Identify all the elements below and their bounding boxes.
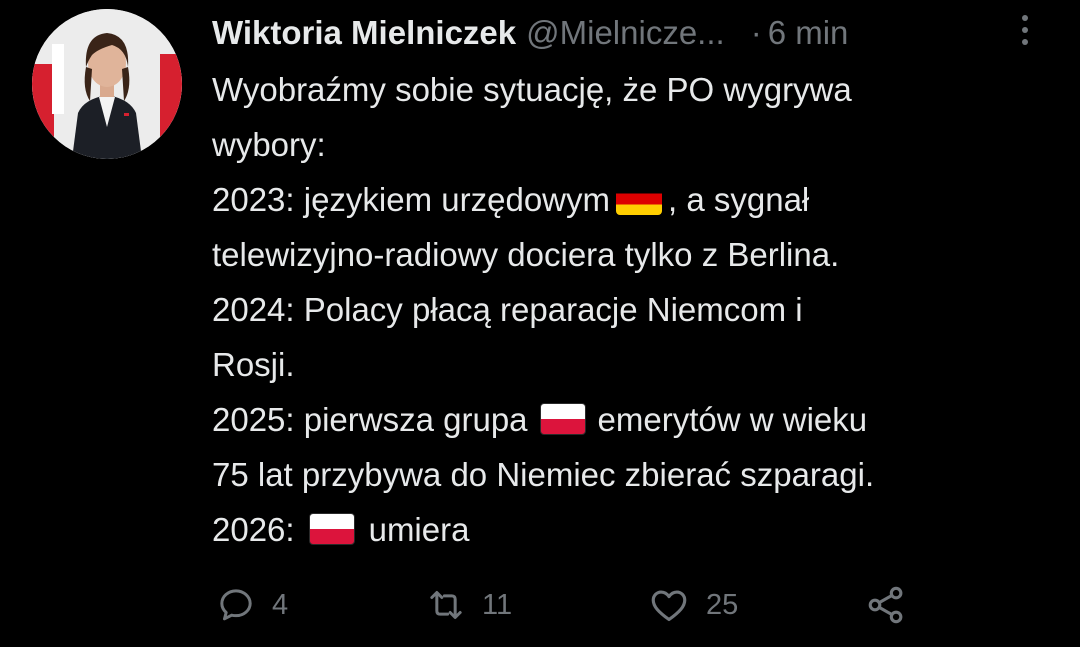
tweet-line-text: 2025: pierwsza grupa [212, 401, 528, 438]
tweet-actions: 4 11 25 [212, 580, 1012, 630]
author-handle[interactable]: @Mielnicze... [526, 14, 725, 52]
reply-count: 4 [272, 588, 289, 621]
timestamp[interactable]: 6 min [768, 14, 849, 52]
like-count: 25 [706, 588, 739, 621]
tweet-line-text: umiera [368, 511, 470, 548]
share-button[interactable] [864, 580, 908, 630]
tweet-line: wybory: [212, 126, 326, 163]
share-icon [868, 586, 903, 624]
tweet-line: 2023: językiem urzędowym , a sygnał [212, 172, 1052, 227]
avatar[interactable] [32, 9, 182, 159]
tweet-line: 2025: pierwsza grupa emerytów w wieku [212, 392, 1052, 447]
reply-icon [220, 589, 252, 621]
tweet-line-text: 2023: językiem urzędowym [212, 181, 610, 218]
tweet-header: Wiktoria Mielniczek @Mielnicze... · 6 mi… [212, 8, 1032, 58]
tweet-text: Wyobraźmy sobie sytuację, że PO wygrywa … [212, 62, 1052, 557]
more-options-icon[interactable] [1017, 12, 1033, 48]
author-name[interactable]: Wiktoria Mielniczek [212, 14, 516, 52]
tweet-line-text: , a sygnał [668, 181, 810, 218]
retweet-count: 11 [482, 588, 513, 621]
like-button[interactable]: 25 [648, 580, 738, 630]
tweet-line: Rosji. [212, 346, 295, 383]
tweet-line-text: emerytów w wieku [597, 401, 868, 438]
germany-flag-icon [616, 183, 662, 215]
retweet-icon [430, 591, 462, 619]
tweet-line: 75 lat przybywa do Niemiec zbierać szpar… [212, 456, 875, 493]
tweet-line: 2026: umiera [212, 502, 1052, 557]
poland-flag-icon [539, 403, 586, 435]
tweet-line: telewizyjno-radiowy dociera tylko z Berl… [212, 236, 840, 273]
reply-button[interactable]: 4 [216, 580, 288, 630]
tweet-line: Wyobraźmy sobie sytuację, że PO wygrywa [212, 71, 852, 108]
avatar-photo [32, 9, 182, 159]
separator-dot: · [750, 14, 762, 51]
heart-icon [651, 590, 687, 622]
tweet-line: 2024: Polacy płacą reparacje Niemcom i [212, 291, 803, 328]
retweet-button[interactable]: 11 [426, 580, 512, 630]
tweet-line-text: 2026: [212, 511, 295, 548]
tweet: Wiktoria Mielniczek @Mielnicze... · 6 mi… [0, 0, 1080, 647]
poland-flag-icon [308, 513, 355, 545]
